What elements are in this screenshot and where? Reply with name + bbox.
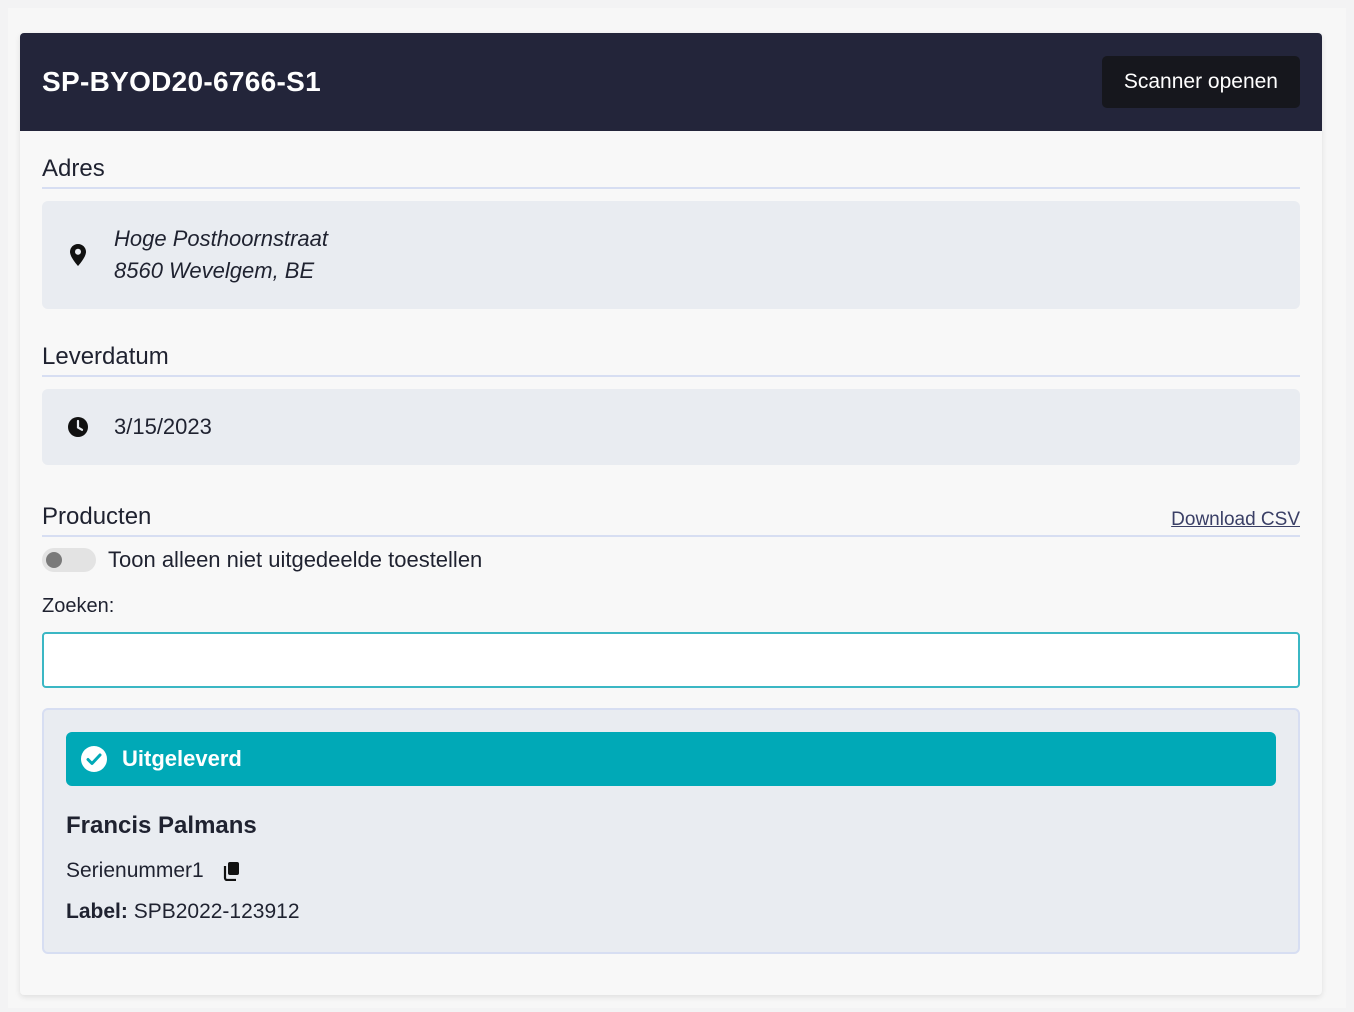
card-header: SP-BYOD20-6766-S1 Scanner openen: [20, 33, 1322, 131]
open-scanner-button[interactable]: Scanner openen: [1101, 56, 1300, 108]
address-street: Hoge Posthoornstraat: [114, 226, 329, 251]
status-banner: Uitgeleverd: [66, 732, 1276, 786]
search-input[interactable]: [42, 632, 1300, 688]
status-label: Uitgeleverd: [122, 746, 242, 771]
toggle-label: Toon alleen niet uitgedeelde toestellen: [108, 547, 483, 572]
download-csv-link[interactable]: Download CSV: [1171, 509, 1300, 531]
map-pin-icon: [66, 243, 90, 267]
products-section-header: Producten Download CSV: [42, 495, 1300, 537]
search-label: Zoeken:: [42, 595, 115, 617]
address-box: Hoge Posthoornstraat 8560 Wevelgem, BE: [42, 201, 1300, 309]
label-key: Label:: [66, 900, 128, 923]
check-circle-icon: [80, 745, 108, 773]
delivery-date: 3/15/2023: [114, 414, 212, 439]
serial-number: Serienummer1: [66, 859, 204, 882]
undistributed-only-toggle[interactable]: [42, 548, 96, 572]
toggle-knob: [46, 552, 62, 568]
products-section-title: Producten: [42, 503, 152, 530]
serial-row: Serienummer1: [66, 858, 1276, 884]
filter-toggle-row: Toon alleen niet uitgedeelde toestellen: [42, 545, 1300, 575]
address-section-title: Adres: [42, 155, 105, 182]
label-row: Label: SPB2022-123912: [66, 900, 1276, 924]
clock-icon: [66, 415, 90, 439]
order-card: SP-BYOD20-6766-S1 Scanner openen Adres H…: [20, 33, 1322, 995]
product-item: Uitgeleverd Francis Palmans Serienummer1…: [42, 708, 1300, 954]
card-body: Adres Hoge Posthoornstraat 8560 Wevelgem…: [20, 131, 1322, 954]
address-text: Hoge Posthoornstraat 8560 Wevelgem, BE: [114, 223, 328, 287]
delivery-section-header: Leverdatum: [42, 343, 1300, 377]
order-title: SP-BYOD20-6766-S1: [42, 66, 322, 97]
delivery-section-title: Leverdatum: [42, 343, 169, 370]
recipient-name: Francis Palmans: [66, 812, 257, 839]
label-value: SPB2022-123912: [133, 900, 300, 923]
address-city: 8560 Wevelgem, BE: [114, 258, 315, 283]
copy-icon[interactable]: [222, 861, 242, 881]
address-section-header: Adres: [42, 131, 1300, 189]
delivery-date-box: 3/15/2023: [42, 389, 1300, 465]
